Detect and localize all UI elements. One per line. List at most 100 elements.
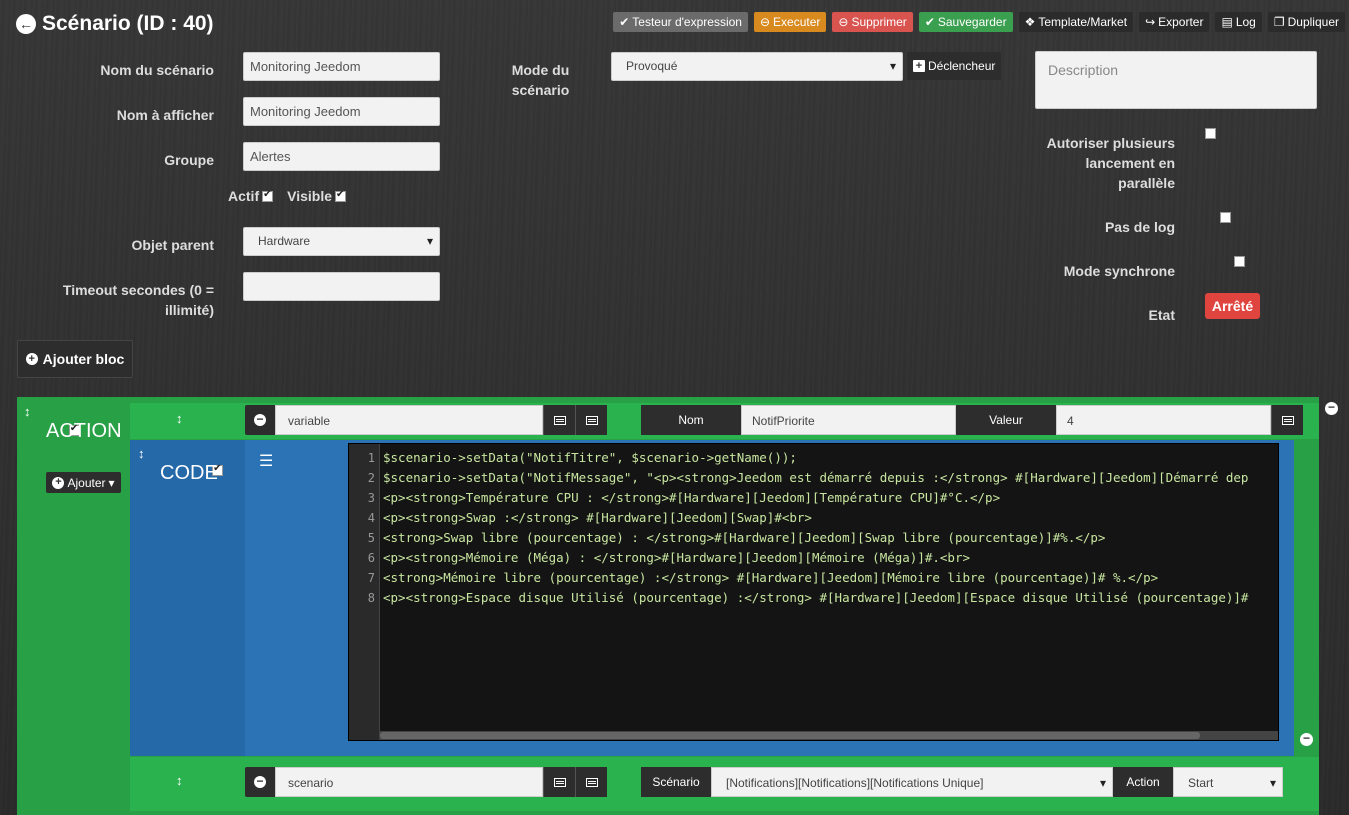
no-log-label: Pas de log [1104, 219, 1175, 235]
visible-label: Visible [287, 188, 333, 204]
duplicate-button[interactable]: ❐ Dupliquer [1267, 12, 1345, 32]
parallel-label: Autoriser plusieurs lancement en parallè… [1046, 135, 1175, 191]
parent-object-label: Objet parent [131, 237, 214, 253]
execute-button[interactable]: ⊖ Executer [753, 12, 827, 32]
mode-select[interactable]: Provoqué [611, 52, 903, 81]
active-label: Actif [228, 188, 260, 204]
cubes-icon: ❖ [1024, 15, 1036, 29]
code-line: <strong>Swap libre (pourcentage) : </str… [383, 530, 1106, 545]
expression-tester-button[interactable]: ✔ Testeur d'expression [613, 12, 748, 32]
add-block-button[interactable]: + Ajouter bloc [17, 340, 133, 378]
variable-value-input[interactable]: 4 [1056, 405, 1271, 435]
menu-icon[interactable]: ☰ [259, 451, 273, 471]
run-icon: ⊖ [759, 15, 771, 29]
list-icon [553, 415, 566, 425]
code-line: <p><strong>Température CPU : </strong>#[… [383, 490, 1001, 505]
code-line: <p><strong>Swap :</strong> #[Hardware][J… [383, 510, 812, 525]
action-tag: Action [1113, 767, 1173, 797]
export-button[interactable]: ↪ Exporter [1139, 12, 1210, 32]
element-type-field: scenario [275, 767, 543, 797]
minus-circle-icon: − [254, 775, 266, 788]
parallel-checkbox[interactable] [1205, 128, 1216, 139]
description-textarea[interactable]: Description [1035, 51, 1317, 109]
toolbar: ✔ Testeur d'expression ⊖ Executer ⊖ Supprim… [613, 12, 1345, 32]
select-equipment-button[interactable] [575, 767, 607, 797]
block-title: ACTION [46, 420, 122, 442]
caret-down-icon: ▾ [1269, 776, 1276, 790]
add-trigger-button[interactable]: + Déclencheur [907, 52, 1002, 80]
scrollbar-thumb[interactable] [380, 732, 1200, 739]
code-line: <p><strong>Mémoire (Méga) : </strong>#[H… [383, 550, 970, 565]
move-element-icon[interactable]: ↕ [176, 411, 183, 426]
variable-control-group: − variable [245, 405, 607, 435]
list-icon [1281, 415, 1294, 425]
value-select-button[interactable] [1271, 405, 1303, 435]
minus-circle-icon: − [254, 413, 266, 426]
log-button[interactable]: ▤ Log [1215, 12, 1262, 32]
scenario-select[interactable]: [Notifications][Notifications][Notificat… [711, 767, 1113, 797]
list-icon [553, 777, 566, 787]
mode-label: Mode du scénario [511, 62, 570, 98]
share-icon: ↪ [1145, 15, 1156, 29]
active-checkbox[interactable] [262, 189, 274, 202]
code-title: CODE [160, 462, 218, 484]
minus-circle-icon: ⊖ [838, 15, 849, 29]
table-icon [585, 777, 598, 787]
state-badge: Arrêté [1205, 293, 1260, 319]
caret-down-icon: ▾ [108, 475, 115, 490]
group-input[interactable]: Alertes [243, 142, 440, 171]
block-add-dropdown[interactable]: + Ajouter ▾ [46, 472, 121, 493]
plus-circle-icon: + [25, 353, 38, 365]
remove-code-icon[interactable]: − [1300, 732, 1313, 746]
variable-name-group: Nom NotifPriorite Valeur 4 [641, 405, 1303, 435]
variable-name-input[interactable]: NotifPriorite [741, 405, 956, 435]
select-command-button[interactable] [543, 405, 575, 435]
group-label: Groupe [164, 152, 214, 168]
move-element-icon[interactable]: ↕ [176, 773, 183, 788]
scenario-select-group: Scénario [Notifications][Notifications][… [641, 767, 1283, 797]
plus-square-icon: + [913, 60, 925, 72]
horizontal-scrollbar[interactable] [380, 731, 1278, 740]
move-code-icon[interactable]: ↕ [138, 446, 145, 461]
back-arrow-icon[interactable]: ← [16, 14, 36, 34]
timeout-input[interactable] [243, 272, 440, 301]
code-element-side [130, 440, 245, 756]
code-line: <p><strong>Espace disque Utilisé (pource… [383, 590, 1249, 605]
scenario-control-group: − scenario [245, 767, 607, 797]
delete-button[interactable]: ⊖ Supprimer [832, 12, 913, 32]
no-log-checkbox[interactable] [1219, 212, 1231, 223]
code-line: <strong>Mémoire libre (pourcentage) :</s… [383, 570, 1159, 585]
page-title: ← Scénario (ID : 40) [16, 12, 214, 36]
template-market-button[interactable]: ❖ Template/Market [1018, 12, 1134, 32]
display-name-input[interactable]: Monitoring Jeedom [243, 97, 440, 126]
sync-mode-checkbox[interactable] [1234, 256, 1246, 267]
table-icon [585, 415, 598, 425]
display-name-label: Nom à afficher [116, 107, 214, 123]
save-button[interactable]: ✔ Sauvegarder [918, 12, 1013, 32]
move-block-icon[interactable]: ↕ [24, 404, 31, 419]
element-type-field: variable [275, 405, 543, 435]
plus-circle-icon: + [52, 476, 65, 489]
parent-object-select[interactable]: Hardware [243, 227, 440, 256]
value-tag: Valeur [956, 405, 1056, 435]
code-line: $scenario->setData("NotifTitre", $scenar… [383, 450, 797, 465]
scenario-name-label: Nom du scénario [100, 62, 214, 78]
name-tag: Nom [641, 405, 741, 435]
remove-block-icon[interactable]: − [1325, 401, 1338, 415]
caret-down-icon: ▾ [1099, 776, 1106, 790]
code-line: $scenario->setData("NotifMessage", "<p><… [383, 470, 1249, 485]
code-editor[interactable]: 1 2 3 4 5 6 7 8 $scenario->setData("Noti… [348, 443, 1279, 741]
select-equipment-button[interactable] [575, 405, 607, 435]
select-command-button[interactable] [543, 767, 575, 797]
scenario-name-input[interactable]: Monitoring Jeedom [243, 52, 440, 81]
remove-element-button[interactable]: − [245, 767, 275, 797]
active-visible-row: Actif Visible [228, 186, 347, 206]
timeout-label: Timeout secondes (0 = illimité) [62, 282, 214, 318]
scenario-tag: Scénario [641, 767, 711, 797]
sync-mode-label: Mode synchrone [1063, 263, 1175, 279]
visible-checkbox[interactable] [335, 189, 347, 202]
action-select[interactable]: Start ▾ [1173, 767, 1283, 797]
remove-element-button[interactable]: − [245, 405, 275, 435]
state-label: Etat [1148, 307, 1175, 323]
check-icon: ✔ [619, 15, 630, 29]
